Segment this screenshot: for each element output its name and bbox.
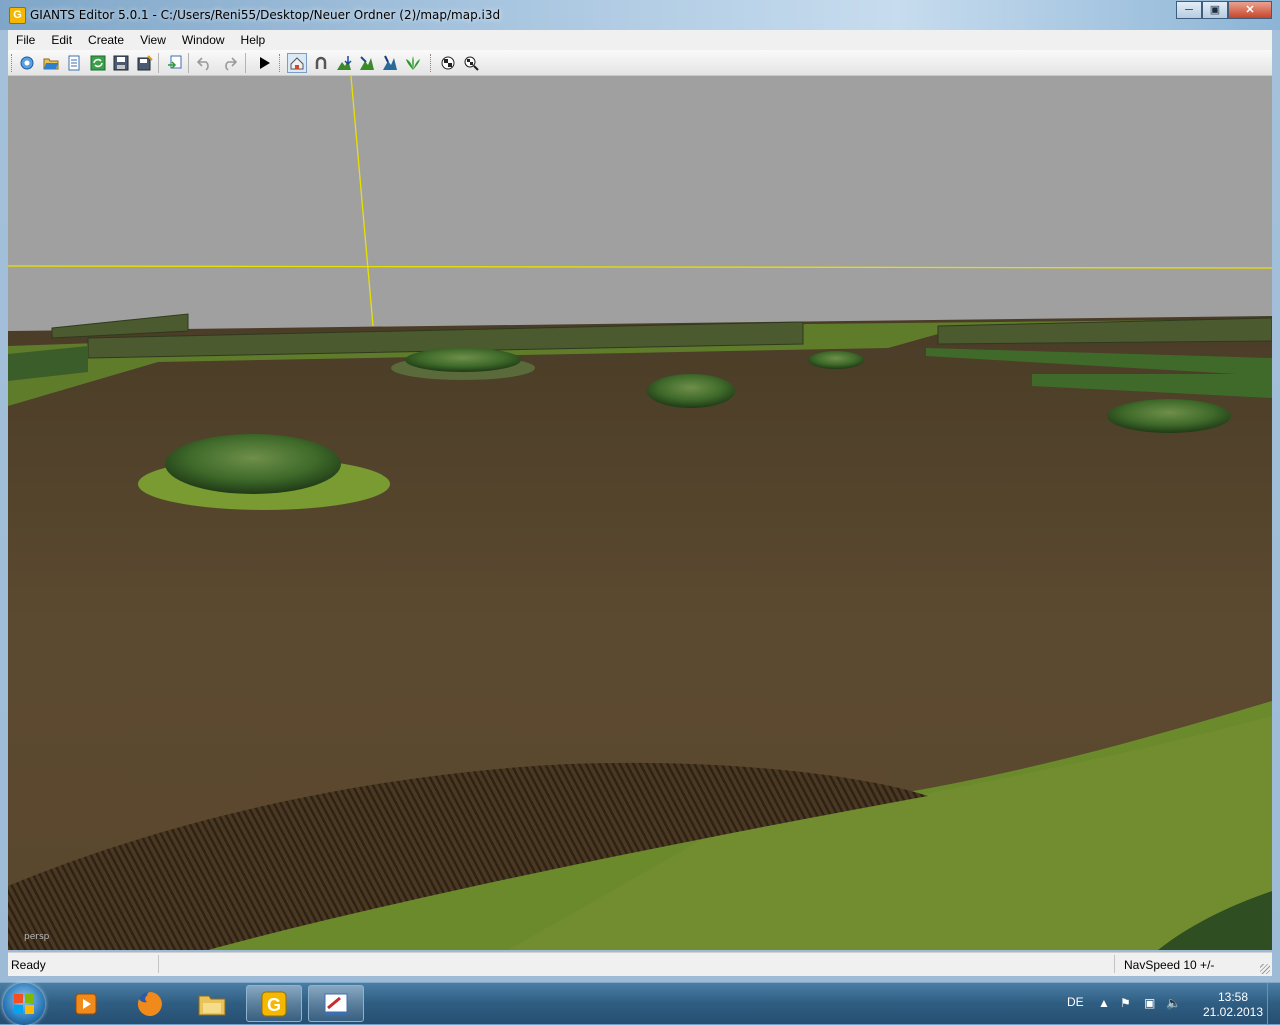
bush-cluster (165, 434, 341, 494)
status-bar: Ready NavSpeed 10 +/- (8, 952, 1272, 976)
clock-time: 13:58 (1217, 990, 1249, 1004)
select-mode-icon[interactable] (287, 53, 307, 73)
menu-bar: File Edit Create View Window Help (8, 30, 1272, 50)
start-button[interactable] (3, 983, 45, 1025)
status-separator (1114, 955, 1115, 973)
close-button[interactable]: ✕ (1228, 1, 1272, 19)
svg-text:G: G (267, 995, 281, 1015)
bush-cluster (808, 351, 864, 369)
3d-viewport[interactable]: persp (8, 76, 1272, 950)
editor-window: G GIANTS Editor 5.0.1 - C:/Users/Reni55/… (0, 0, 1280, 982)
foliage-paint-icon[interactable] (403, 53, 423, 73)
show-hidden-icons-icon[interactable]: ▲ (1098, 996, 1110, 1010)
bush-cluster (1107, 399, 1231, 433)
toolbar-separator (245, 53, 246, 73)
clock-date: 21.02.2013 (1202, 1005, 1264, 1019)
network-icon[interactable]: ▣ (1144, 996, 1155, 1010)
minimize-button[interactable]: ─ (1176, 1, 1202, 19)
terrain-detail-icon[interactable] (380, 53, 400, 73)
import-icon[interactable] (165, 53, 185, 73)
system-tray: DE ▲ ⚑ ▣ 🔈 13:58 21.02.2013 (1060, 983, 1280, 1025)
toolbar-grip[interactable] (279, 54, 283, 72)
status-separator (158, 955, 159, 973)
status-text: Ready (11, 958, 46, 972)
language-indicator[interactable]: DE (1067, 995, 1084, 1009)
document-list-icon[interactable] (64, 53, 84, 73)
menu-window[interactable]: Window (174, 33, 233, 47)
window-title: GIANTS Editor 5.0.1 - C:/Users/Reni55/De… (30, 8, 501, 22)
window-controls: ─ ▣ ✕ (1176, 1, 1272, 19)
checker-search-icon[interactable] (461, 53, 481, 73)
giants-app-icon[interactable]: G (9, 7, 26, 24)
action-center-flag-icon[interactable]: ⚑ (1120, 996, 1131, 1010)
save-icon[interactable] (111, 53, 131, 73)
toolbar-separator (158, 53, 159, 73)
show-desktop-button[interactable] (1267, 983, 1280, 1025)
bush-cluster (647, 374, 735, 408)
taskbar: G DE ▲ ⚑ ▣ 🔈 13:58 21.02.2013 (0, 982, 1280, 1025)
maximize-button[interactable]: ▣ (1202, 1, 1228, 19)
magnet-icon[interactable] (311, 53, 331, 73)
sky-background (8, 76, 1272, 336)
redo-icon[interactable] (219, 53, 239, 73)
main-toolbar (8, 50, 1272, 76)
menu-file[interactable]: File (8, 33, 43, 47)
open-folder-icon[interactable] (41, 53, 61, 73)
clock[interactable]: 13:58 21.02.2013 (1198, 990, 1268, 1020)
new-scene-icon[interactable] (17, 53, 37, 73)
volume-icon[interactable]: 🔈 (1166, 996, 1181, 1010)
paint-tool-icon[interactable] (308, 985, 364, 1022)
firefox-icon[interactable] (122, 985, 178, 1022)
checker-texture-icon[interactable] (438, 53, 458, 73)
giants-editor-icon[interactable]: G (246, 985, 302, 1022)
toolbar-grip[interactable] (11, 54, 15, 72)
menu-help[interactable]: Help (233, 33, 274, 47)
undo-icon[interactable] (195, 53, 215, 73)
windows-logo-icon (14, 994, 34, 1014)
resize-grip[interactable] (1260, 964, 1270, 974)
terrain-sculpt-icon[interactable] (334, 53, 354, 73)
nav-speed-text: NavSpeed 10 +/- (1124, 958, 1215, 972)
menu-view[interactable]: View (132, 33, 174, 47)
menu-edit[interactable]: Edit (43, 33, 80, 47)
terrain-paint-icon[interactable] (357, 53, 377, 73)
toolbar-grip[interactable] (430, 54, 434, 72)
camera-label: persp (24, 932, 50, 942)
save-all-icon[interactable] (135, 53, 155, 73)
refresh-icon[interactable] (88, 53, 108, 73)
title-bar[interactable]: G GIANTS Editor 5.0.1 - C:/Users/Reni55/… (0, 0, 1280, 30)
scene-render (8, 76, 1272, 950)
bush-cluster (405, 348, 521, 372)
explorer-folder-icon[interactable] (184, 985, 240, 1022)
menu-create[interactable]: Create (80, 33, 132, 47)
play-icon[interactable] (254, 53, 274, 73)
media-player-icon[interactable] (58, 985, 114, 1022)
toolbar-separator (188, 53, 189, 73)
